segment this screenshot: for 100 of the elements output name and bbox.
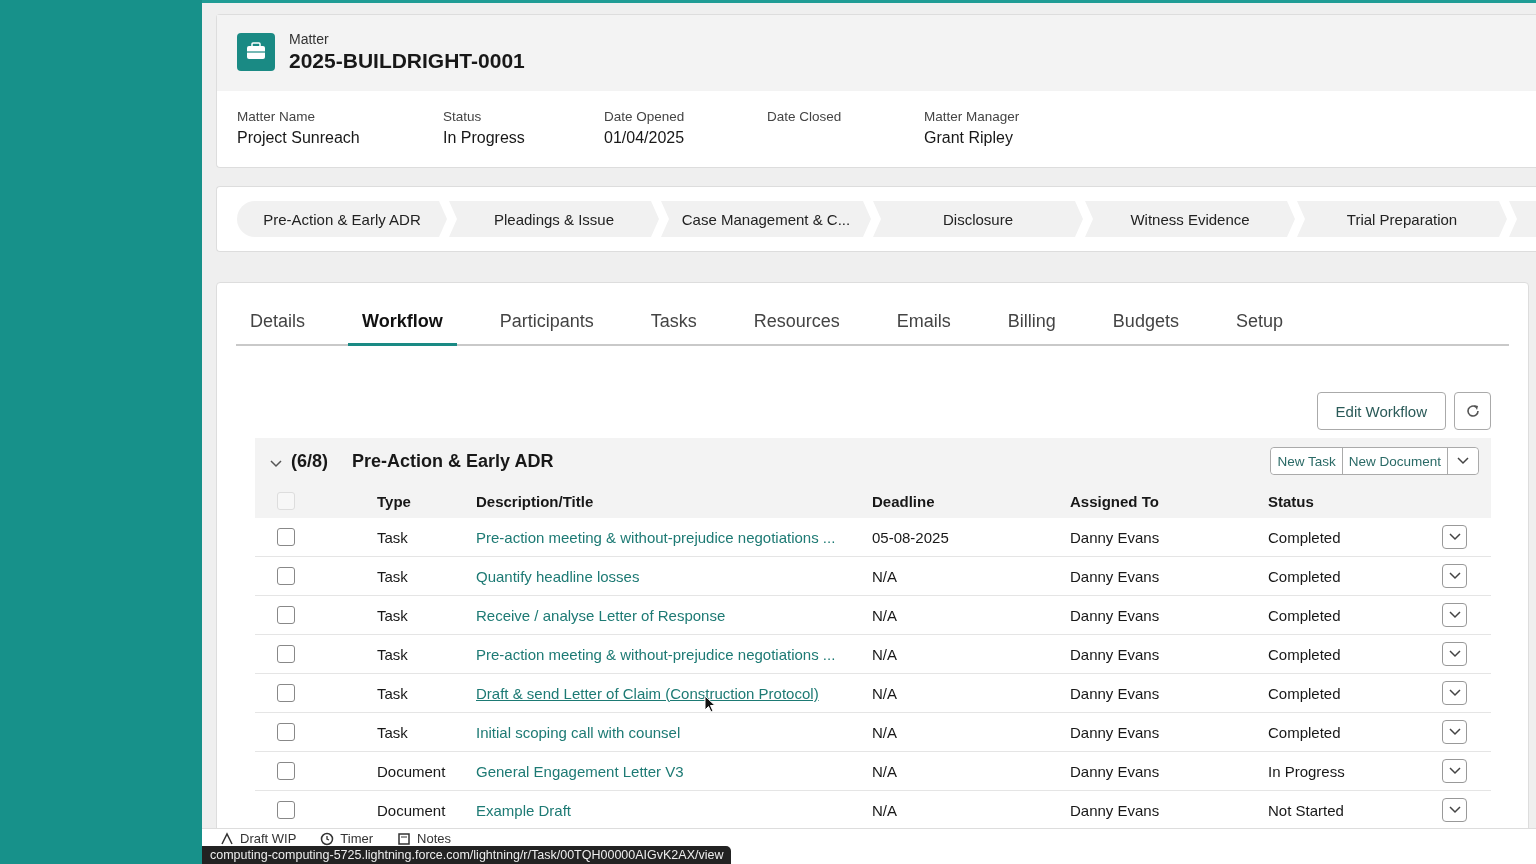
- task-link[interactable]: Draft & send Letter of Claim (Construction Protocol): [476, 684, 819, 702]
- refresh-button[interactable]: [1454, 392, 1491, 430]
- table-cell-text: N/A: [872, 801, 898, 819]
- task-link[interactable]: Quantify headline losses: [476, 567, 640, 585]
- new-item-button[interactable]: New Task: [1271, 448, 1343, 474]
- note-icon: [397, 831, 412, 846]
- tab[interactable]: Participants: [485, 299, 608, 346]
- path-step[interactable]: Pre-Action & Early ADR: [237, 201, 447, 237]
- table-cell-text: Danny Evans: [1070, 684, 1161, 702]
- field-label: Date Opened: [604, 109, 686, 124]
- field-value: In Progress: [443, 129, 526, 147]
- path-step[interactable]: Case Management & C...: [661, 201, 871, 237]
- chevron-down-icon: [1448, 689, 1461, 697]
- path-step[interactable]: Disclosure: [873, 201, 1083, 237]
- task-link[interactable]: Pre-action meeting & without-prejudice negotiations ...: [476, 645, 836, 663]
- table-cell-text: Task: [377, 645, 409, 663]
- table-cell-text: 05-08-2025: [872, 528, 950, 546]
- column-header: Type: [377, 492, 412, 510]
- table-cell-text: Document: [377, 762, 447, 780]
- briefcase-icon: [237, 33, 275, 71]
- table-cell-text: Completed: [1268, 684, 1342, 702]
- table-cell-text: N/A: [872, 567, 898, 585]
- row-checkbox[interactable]: [277, 762, 295, 780]
- tab[interactable]: Billing: [993, 299, 1070, 346]
- task-link[interactable]: Initial scoping call with counsel: [476, 723, 681, 741]
- tab[interactable]: Details: [236, 299, 320, 346]
- clock-icon: [320, 831, 335, 846]
- table-cell-text: Task: [377, 723, 409, 741]
- table-cell-text: Danny Evans: [1070, 606, 1161, 624]
- row-menu-button[interactable]: [1442, 759, 1467, 783]
- table-cell-text: Task: [377, 528, 409, 546]
- table-cell-text: Danny Evans: [1070, 567, 1161, 585]
- field-label: Date Closed: [767, 109, 843, 124]
- utility-label: Draft WIP: [240, 831, 297, 846]
- path-step[interactable]: Pleadings & Issue: [449, 201, 659, 237]
- row-menu-button[interactable]: [1442, 681, 1467, 705]
- row-checkbox[interactable]: [277, 567, 295, 585]
- chevron-down-icon: [1448, 611, 1461, 619]
- tab[interactable]: Emails: [882, 299, 965, 346]
- row-menu-button[interactable]: [1442, 642, 1467, 666]
- table-cell-text: Completed: [1268, 528, 1342, 546]
- table-cell-text: Completed: [1268, 606, 1342, 624]
- row-checkbox[interactable]: [277, 606, 295, 624]
- table-cell-text: Completed: [1268, 567, 1342, 585]
- table-cell-text: N/A: [872, 684, 898, 702]
- row-menu-button[interactable]: [1442, 798, 1467, 822]
- row-menu-button[interactable]: [1442, 720, 1467, 744]
- task-link[interactable]: General Engagement Letter V3: [476, 762, 684, 780]
- chevron-down-icon: [1457, 457, 1469, 465]
- tab[interactable]: Workflow: [348, 299, 457, 346]
- utility-label: Notes: [417, 831, 452, 846]
- stage-title: Pre-Action & Early ADR: [352, 450, 554, 472]
- table-cell-text: Danny Evans: [1070, 762, 1161, 780]
- table-cell-text: N/A: [872, 645, 898, 663]
- table-cell-text: Completed: [1268, 645, 1342, 663]
- table-cell-text: In Progress: [1268, 762, 1346, 780]
- table-cell-text: Task: [377, 567, 409, 585]
- table-cell-text: Danny Evans: [1070, 645, 1161, 663]
- chevron-down-icon: [1448, 533, 1461, 541]
- field-value: Grant Ripley: [924, 129, 1014, 147]
- field-label: Status: [443, 109, 483, 124]
- table-cell-text: N/A: [872, 606, 898, 624]
- edit-workflow-button[interactable]: Edit Workflow: [1316, 392, 1446, 430]
- table-cell-text: Task: [377, 606, 409, 624]
- row-checkbox[interactable]: [277, 684, 295, 702]
- table-cell-text: Document: [377, 801, 447, 819]
- tab[interactable]: Tasks: [636, 299, 711, 346]
- field-label: Matter Manager: [924, 109, 1020, 124]
- utility-label: Timer: [340, 831, 374, 846]
- chevron-down-icon: [1448, 767, 1461, 775]
- field-label: Matter Name: [237, 109, 317, 124]
- row-checkbox[interactable]: [277, 801, 295, 819]
- table-cell-text: N/A: [872, 723, 898, 741]
- object-label: Matter: [289, 31, 330, 47]
- column-header: Deadline: [872, 492, 936, 510]
- chevron-down-icon: [1448, 806, 1461, 814]
- tab[interactable]: Setup: [1221, 299, 1297, 346]
- field-value: Project Sunreach: [237, 129, 361, 147]
- path-step[interactable]: Witness Evidence: [1085, 201, 1295, 237]
- row-menu-button[interactable]: [1442, 525, 1467, 549]
- table-cell-text: Danny Evans: [1070, 723, 1161, 741]
- row-menu-button[interactable]: [1442, 564, 1467, 588]
- task-link[interactable]: Receive / analyse Letter of Response: [476, 606, 726, 624]
- table-cell-text: Danny Evans: [1070, 528, 1161, 546]
- tab[interactable]: Budgets: [1098, 299, 1193, 346]
- row-menu-button[interactable]: [1442, 603, 1467, 627]
- column-header: Description/Title: [476, 492, 595, 510]
- chevron-down-icon: [1448, 572, 1461, 580]
- tab[interactable]: Resources: [739, 299, 854, 346]
- chevron-down-icon: [1448, 650, 1461, 658]
- row-checkbox[interactable]: [277, 528, 295, 546]
- path-step[interactable]: Trial Preparation: [1297, 201, 1507, 237]
- column-header: Status: [1268, 492, 1315, 510]
- task-link[interactable]: Example Draft: [476, 801, 572, 819]
- table-cell-text: N/A: [872, 762, 898, 780]
- table-cell-text: Danny Evans: [1070, 801, 1161, 819]
- row-checkbox[interactable]: [277, 645, 295, 663]
- row-checkbox[interactable]: [277, 723, 295, 741]
- chevron-down-icon: [1448, 728, 1461, 736]
- task-link[interactable]: Pre-action meeting & without-prejudice negotiations ...: [476, 528, 836, 546]
